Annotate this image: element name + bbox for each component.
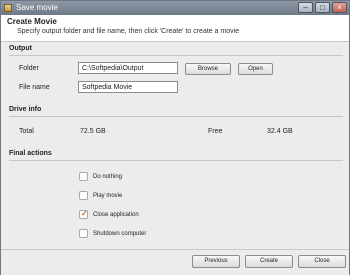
play-movie-label: Play movie: [93, 193, 123, 199]
save-movie-window: Save movie – □ × Create Movie Specify ou…: [0, 0, 350, 275]
folder-input[interactable]: C:\Softpedia\Output: [78, 62, 178, 74]
final-actions-divider: [9, 160, 343, 161]
play-movie-checkbox[interactable]: [79, 191, 88, 200]
final-actions-section-title: Final actions: [9, 150, 52, 157]
window-controls: – □ ×: [298, 2, 347, 13]
do-nothing-label: Do nothing: [93, 174, 123, 180]
previous-button[interactable]: Previous: [192, 255, 240, 268]
drive-info-section-title: Drive info: [9, 106, 42, 113]
dialog-header: Create Movie Specify output folder and f…: [1, 15, 349, 42]
header-title: Create Movie: [7, 17, 57, 26]
free-value: 32.4 GB: [267, 128, 293, 135]
browse-button[interactable]: Browse: [185, 63, 231, 75]
app-icon: [4, 4, 12, 12]
shutdown-computer-checkbox[interactable]: [79, 229, 88, 238]
shutdown-computer-label: Shutdown computer: [93, 231, 147, 237]
file-name-label: File name: [19, 84, 50, 91]
do-nothing-checkbox[interactable]: [79, 172, 88, 181]
folder-label: Folder: [19, 65, 39, 72]
free-label: Free: [208, 128, 223, 135]
title-bar[interactable]: Save movie – □ ×: [1, 1, 349, 15]
maximize-button[interactable]: □: [315, 2, 330, 13]
output-section-title: Output: [9, 45, 32, 52]
window-title: Save movie: [16, 3, 58, 12]
output-divider: [9, 55, 343, 56]
minimize-button[interactable]: –: [298, 2, 313, 13]
header-subtitle: Specify output folder and file name, the…: [17, 28, 240, 35]
file-name-input[interactable]: Softpedia Movie: [78, 81, 178, 93]
drive-info-divider: [9, 116, 343, 117]
close-application-checkbox[interactable]: [79, 209, 88, 219]
dialog-footer: Previous Create Close: [1, 249, 349, 275]
total-value: 72.5 GB: [80, 128, 106, 135]
total-label: Total: [19, 128, 34, 135]
close-button[interactable]: Close: [298, 255, 346, 268]
create-button[interactable]: Create: [245, 255, 293, 268]
open-button[interactable]: Open: [238, 63, 273, 75]
close-window-button[interactable]: ×: [332, 2, 347, 13]
close-application-label: Close application: [93, 212, 139, 218]
